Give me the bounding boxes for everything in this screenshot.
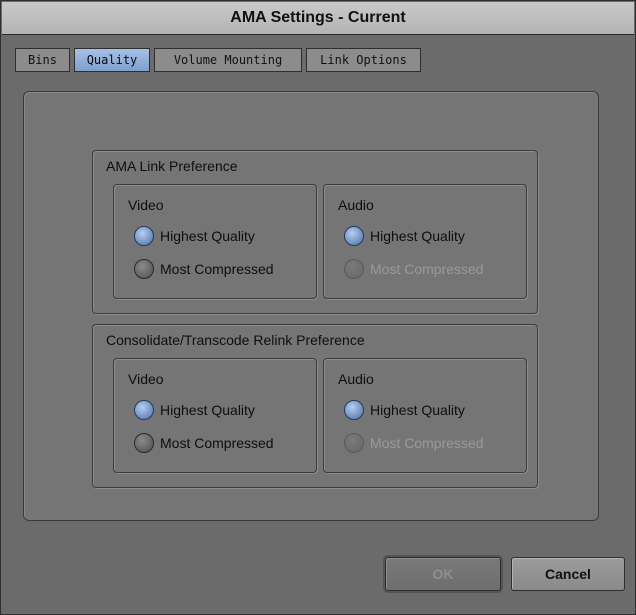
dialog-title: AMA Settings - Current (230, 9, 406, 26)
radio-off-icon (344, 433, 364, 453)
ama-link-audio-highest-quality-radio[interactable]: Highest Quality (344, 224, 465, 248)
video-label: Video (128, 371, 164, 387)
radio-on-icon (344, 226, 364, 246)
audio-label: Audio (338, 371, 374, 387)
relink-audio-box: Audio Highest Quality Most Compressed (323, 358, 527, 473)
tab-bar: Bins Quality Volume Mounting Link Option… (2, 35, 634, 73)
relink-video-box: Video Highest Quality Most Compressed (113, 358, 317, 473)
ama-settings-dialog: AMA Settings - Current Bins Quality Volu… (0, 0, 636, 615)
audio-label: Audio (338, 197, 374, 213)
group-title: Consolidate/Transcode Relink Preference (106, 332, 365, 348)
ama-link-video-highest-quality-radio[interactable]: Highest Quality (134, 224, 255, 248)
ama-link-audio-most-compressed-radio: Most Compressed (344, 257, 484, 281)
dialog-title-bar[interactable]: AMA Settings - Current (2, 2, 634, 35)
ama-link-preference-group: AMA Link Preference Video Highest Qualit… (92, 150, 538, 314)
tab-bins[interactable]: Bins (15, 48, 70, 72)
radio-label: Most Compressed (370, 435, 484, 451)
radio-on-icon (344, 400, 364, 420)
consolidate-transcode-relink-preference-group: Consolidate/Transcode Relink Preference … (92, 324, 538, 488)
tab-quality[interactable]: Quality (74, 48, 150, 72)
radio-label: Most Compressed (160, 261, 274, 277)
quality-panel: AMA Link Preference Video Highest Qualit… (23, 91, 599, 521)
radio-on-icon (134, 226, 154, 246)
radio-label: Highest Quality (160, 402, 255, 418)
ama-link-audio-box: Audio Highest Quality Most Compressed (323, 184, 527, 299)
group-title: AMA Link Preference (106, 158, 238, 174)
video-label: Video (128, 197, 164, 213)
radio-label: Highest Quality (160, 228, 255, 244)
cancel-button[interactable]: Cancel (511, 557, 625, 591)
radio-label: Highest Quality (370, 228, 465, 244)
relink-audio-most-compressed-radio: Most Compressed (344, 431, 484, 455)
relink-video-highest-quality-radio[interactable]: Highest Quality (134, 398, 255, 422)
ama-link-video-most-compressed-radio[interactable]: Most Compressed (134, 257, 274, 281)
tab-link-options[interactable]: Link Options (306, 48, 421, 72)
radio-label: Most Compressed (160, 435, 274, 451)
radio-off-icon (134, 259, 154, 279)
relink-audio-highest-quality-radio[interactable]: Highest Quality (344, 398, 465, 422)
ok-button[interactable]: OK (385, 557, 501, 591)
radio-on-icon (134, 400, 154, 420)
tab-volume-mounting[interactable]: Volume Mounting (154, 48, 302, 72)
radio-label: Most Compressed (370, 261, 484, 277)
radio-label: Highest Quality (370, 402, 465, 418)
radio-off-icon (134, 433, 154, 453)
relink-video-most-compressed-radio[interactable]: Most Compressed (134, 431, 274, 455)
ama-link-video-box: Video Highest Quality Most Compressed (113, 184, 317, 299)
radio-off-icon (344, 259, 364, 279)
